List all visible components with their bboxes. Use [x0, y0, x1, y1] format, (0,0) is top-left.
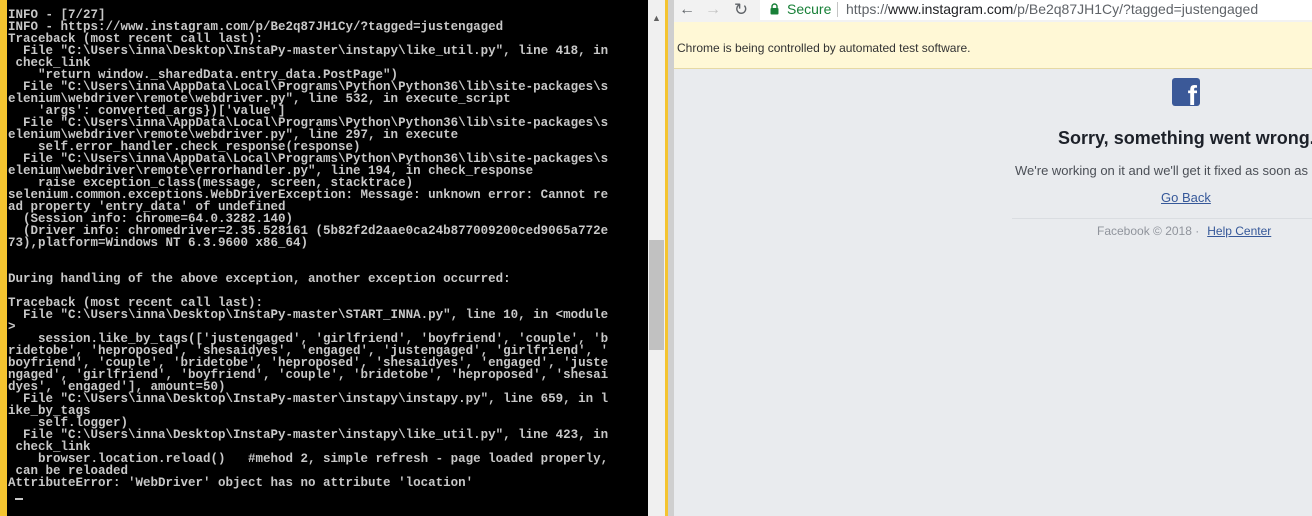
back-arrow-icon[interactable]: ← [676, 0, 698, 20]
url-domain: www.instagram.com [888, 1, 1014, 17]
address-bar[interactable]: Secure https://www.instagram.com/p/Be2q8… [760, 0, 1312, 20]
lock-icon [770, 3, 779, 15]
page-divider [1012, 218, 1312, 219]
console-scrollbar[interactable]: ▲ [648, 0, 665, 516]
url-path: /p/Be2q87JH1Cy/?tagged=justengaged [1013, 1, 1259, 17]
reload-icon[interactable]: ↻ [730, 0, 752, 20]
address-separator [837, 2, 838, 17]
automation-infobar: Chrome is being controlled by automated … [674, 22, 1312, 69]
secure-label: Secure [787, 1, 832, 17]
console-line: 73),platform=Windows NT 6.3.9600 x86_64) [8, 236, 309, 250]
console-window: INFO - [7/27] INFO - https://www.instagra… [0, 0, 668, 516]
footer-copyright: Facebook © 2018 · [1097, 224, 1200, 238]
console-cursor [15, 498, 23, 500]
console-line: AttributeError: 'WebDriver' object has n… [8, 476, 474, 490]
console-line: File "C:\Users\inna\Desktop\InstaPy-mast… [8, 428, 609, 442]
browser-window: ← → ↻ Secure https://www.instagram.com/p… [674, 0, 1312, 516]
console-line: File "C:\Users\inna\Desktop\InstaPy-mast… [8, 44, 609, 58]
console-line: File "C:\Users\inna\Desktop\InstaPy-mast… [8, 308, 609, 322]
browser-toolbar: ← → ↻ Secure https://www.instagram.com/p… [674, 0, 1312, 22]
go-back-link[interactable]: Go Back [1161, 190, 1211, 205]
error-title: Sorry, something went wrong. [1058, 128, 1312, 148]
console-output[interactable]: INFO - [7/27] INFO - https://www.instagra… [7, 0, 648, 516]
help-center-link[interactable]: Help Center [1207, 224, 1271, 238]
facebook-icon: f [1172, 78, 1200, 106]
page-footer: Facebook © 2018 · Help Center [1097, 224, 1271, 238]
forward-arrow-icon[interactable]: → [702, 0, 724, 20]
error-page: f Sorry, something went wrong. We're wor… [674, 69, 1312, 516]
scroll-up-arrow-icon[interactable]: ▲ [648, 9, 665, 26]
error-message: We're working on it and we'll get it fix… [1015, 163, 1309, 178]
console-line: File "C:\Users\inna\Desktop\InstaPy-mast… [8, 392, 609, 406]
console-line: During handling of the above exception, … [8, 272, 511, 286]
url-text[interactable]: https://www.instagram.com/p/Be2q87JH1Cy/… [846, 1, 1258, 17]
scrollbar-thumb[interactable] [649, 240, 664, 350]
console-text: INFO - [7/27] INFO - https://www.instagra… [8, 9, 648, 490]
infobar-message: Chrome is being controlled by automated … [677, 41, 971, 55]
url-scheme: https:// [846, 1, 889, 17]
